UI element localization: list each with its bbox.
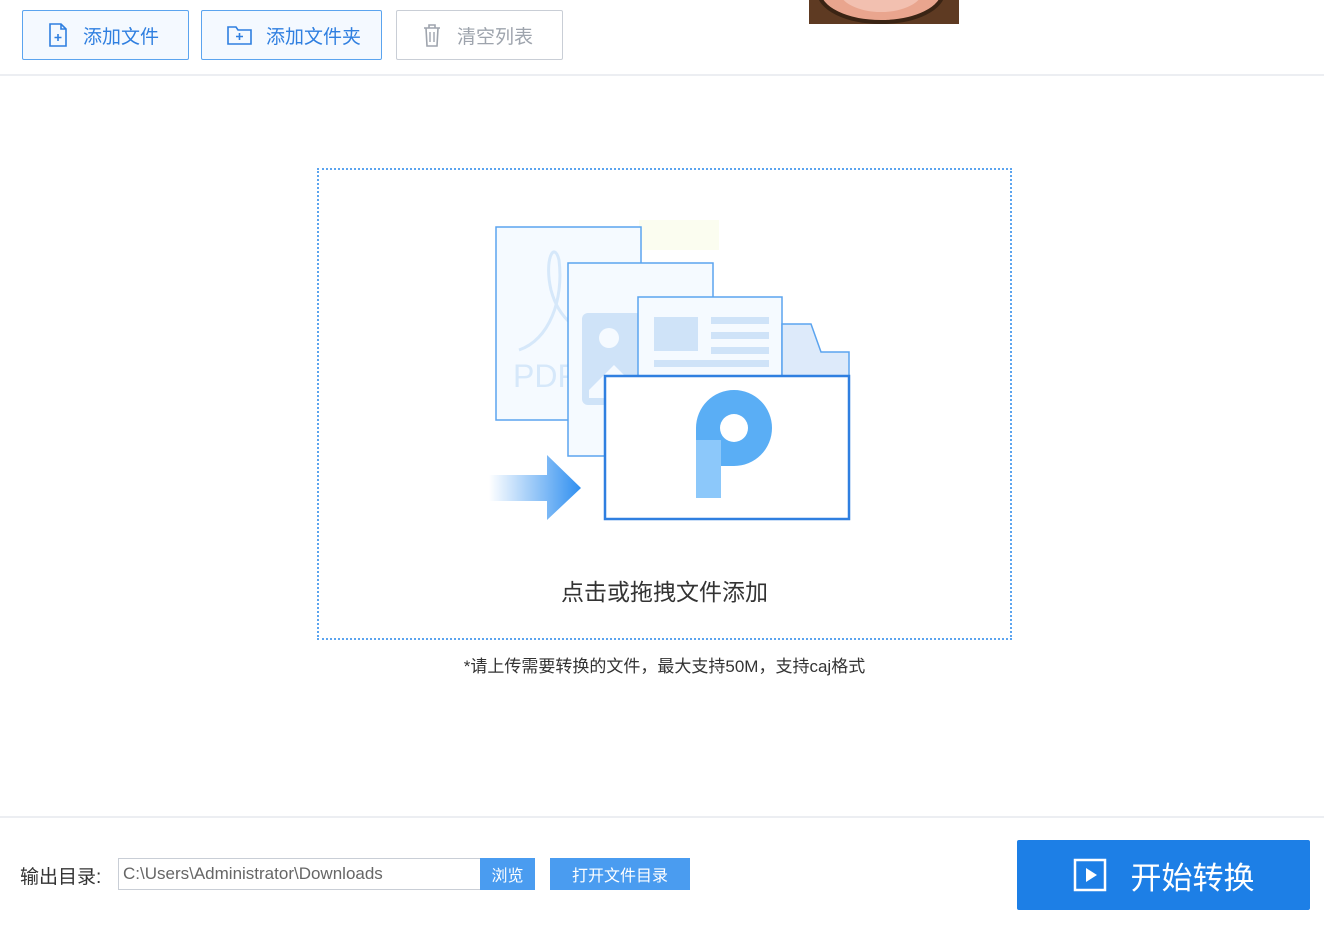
add-file-button[interactable]: 添加文件 [22, 10, 189, 60]
add-folder-icon [227, 26, 252, 45]
play-icon [1073, 858, 1106, 892]
toolbar: 添加文件 添加文件夹 清空列表 [0, 0, 1324, 76]
file-drop-zone[interactable]: PDF 点击或拖拽文件添加 [317, 168, 1012, 640]
add-folder-label: 添加文件夹 [266, 26, 362, 48]
upload-hint: *请上传需要转换的文件，最大支持50M，支持caj格式 [463, 657, 866, 676]
open-folder-button[interactable]: 打开文件目录 [550, 858, 690, 890]
start-conversion-label: 开始转换 [1130, 860, 1255, 896]
clear-list-button[interactable]: 清空列表 [396, 10, 563, 60]
add-file-icon [49, 23, 67, 47]
footer-divider [0, 816, 1324, 818]
trash-icon [424, 24, 440, 47]
file-conversion-illustration: PDF [489, 220, 851, 521]
clear-list-label: 清空列表 [457, 26, 534, 48]
drop-instruction-text: 点击或拖拽文件添加 [561, 579, 768, 605]
avatar [809, 0, 959, 24]
add-file-label: 添加文件 [83, 26, 160, 48]
add-folder-button[interactable]: 添加文件夹 [201, 10, 382, 60]
output-directory-field[interactable]: C:\Users\Administrator\Downloads [118, 858, 480, 890]
output-directory-label: 输出目录: [20, 867, 102, 888]
start-conversion-button[interactable]: 开始转换 [1017, 840, 1310, 910]
avatar-image [809, 0, 959, 24]
browse-button[interactable]: 浏览 [480, 858, 535, 890]
